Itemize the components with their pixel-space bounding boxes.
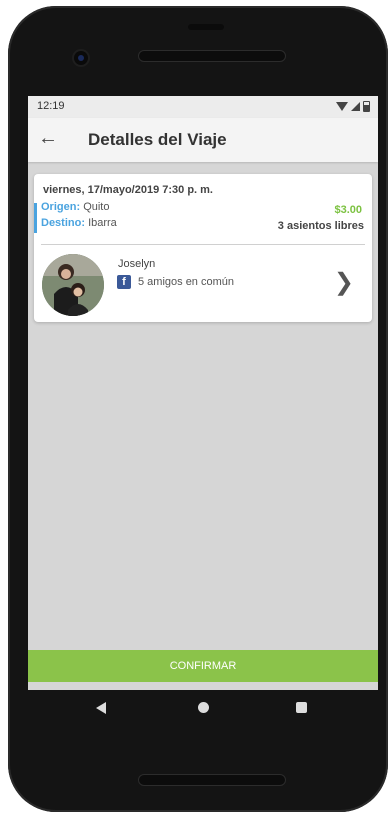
trip-price: $3.00 [334,204,362,216]
back-arrow-icon[interactable]: ← [38,127,58,150]
confirm-button[interactable]: CONFIRMAR [28,650,378,682]
top-speaker [138,50,286,62]
origin-value: Quito [83,201,110,213]
front-camera [74,51,88,65]
nav-back-icon[interactable] [96,702,106,714]
facebook-icon: f [117,275,131,289]
route-indicator [34,203,37,233]
nav-recents-icon[interactable] [296,702,307,713]
origin-label: Origen: [41,201,81,213]
status-bar: 12:19 [28,96,378,118]
wifi-icon [336,102,348,111]
destination-row: Destino: Ibarra [41,217,117,229]
status-icons [336,101,370,112]
bottom-speaker [138,774,286,786]
card-divider [41,244,365,245]
signal-icon [351,102,360,111]
nav-home-icon[interactable] [198,702,209,713]
status-time: 12:19 [37,100,65,112]
app-screen: 12:19 ← Detalles del Viaje viernes, 17/m… [28,96,378,690]
available-seats: 3 asientos libres [277,220,364,232]
trip-card: viernes, 17/mayo/2019 7:30 p. m. Origen:… [34,174,372,322]
driver-name: Joselyn [118,258,156,270]
trip-date-time: viernes, 17/mayo/2019 7:30 p. m. [43,184,213,196]
page-title: Detalles del Viaje [88,130,227,149]
app-bar: ← Detalles del Viaje [28,118,378,162]
phone-sensor [188,24,224,30]
origin-row: Origen: Quito [41,201,109,213]
mutual-friends: 5 amigos en común [138,276,234,288]
driver-avatar[interactable] [42,254,104,316]
chevron-right-icon[interactable]: ❯ [334,268,354,297]
system-nav-bar [28,690,378,726]
destination-label: Destino: [41,217,85,229]
battery-icon [363,101,370,112]
destination-value: Ibarra [88,217,117,229]
